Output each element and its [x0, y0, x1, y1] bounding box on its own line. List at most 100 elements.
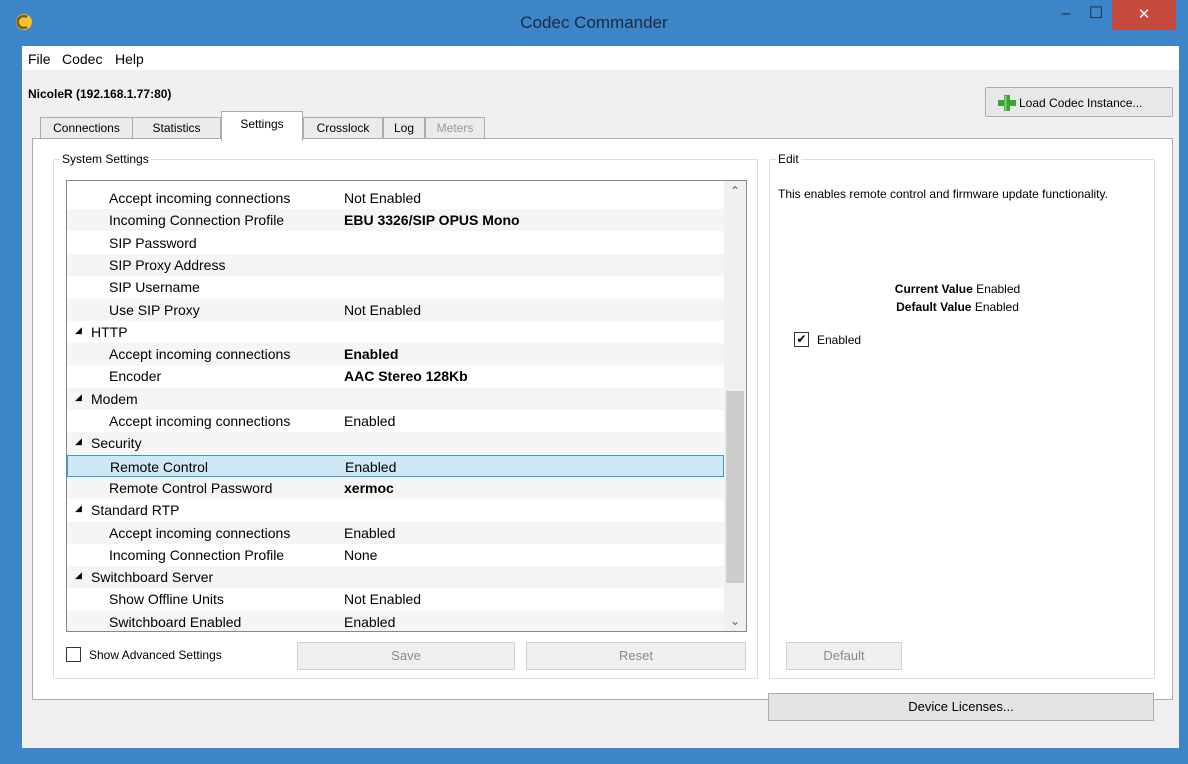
show-advanced-checkbox[interactable]: [66, 647, 81, 662]
expanded-triangle-icon[interactable]: ◢: [75, 392, 82, 403]
category-row[interactable]: ◢ HTTP: [67, 321, 724, 343]
default-value-line: Default Value Enabled: [770, 300, 1145, 314]
menu-codec[interactable]: Codec: [62, 51, 102, 67]
property-row[interactable]: SIP Username: [67, 276, 724, 298]
property-name: Incoming Connection Profile: [109, 546, 285, 563]
edit-title: Edit: [776, 152, 801, 166]
tab-statistics[interactable]: Statistics: [132, 117, 221, 140]
category-label: HTTP: [91, 323, 128, 340]
property-name: Accept incoming connections: [109, 524, 291, 541]
checkmark-icon: ✔: [796, 332, 807, 346]
edit-description: This enables remote control and firmware…: [778, 187, 1108, 201]
property-value: Enabled: [344, 613, 396, 630]
device-label: NicoleR (192.168.1.77:80): [28, 87, 172, 101]
property-row[interactable]: Remote Control Enabled: [67, 454, 724, 477]
default-button[interactable]: Default: [786, 642, 902, 670]
save-button[interactable]: Save: [297, 642, 515, 670]
category-row[interactable]: ◢ Modem: [67, 387, 724, 410]
property-grid-scrollbar[interactable]: ⌃ ⌄: [724, 181, 746, 631]
window-title: Codec Commander: [520, 13, 668, 32]
property-row[interactable]: Switchboard Enabled Enabled: [67, 610, 724, 631]
property-row[interactable]: Use SIP Proxy Not Enabled: [67, 298, 724, 321]
close-button[interactable]: ✕: [1112, 0, 1176, 30]
menu-help[interactable]: Help: [115, 51, 144, 67]
property-name: Switchboard Enabled: [109, 613, 242, 630]
show-advanced-label: Show Advanced Settings: [89, 648, 222, 662]
expanded-triangle-icon[interactable]: ◢: [75, 436, 82, 447]
property-value: Enabled: [344, 346, 399, 363]
tab-meters: Meters: [425, 117, 485, 140]
maximize-button[interactable]: ☐: [1082, 0, 1110, 30]
default-value: Enabled: [974, 300, 1019, 314]
system-settings-title: System Settings: [60, 152, 151, 166]
expanded-triangle-icon[interactable]: ◢: [75, 503, 82, 514]
property-row[interactable]: Remote Control Password xermoc: [67, 476, 724, 499]
property-value: None: [344, 546, 378, 563]
minimize-button[interactable]: –: [1052, 0, 1080, 30]
property-name: Accept incoming connections: [109, 346, 291, 363]
property-row[interactable]: Accept incoming connections Enabled: [67, 410, 724, 432]
settings-tab-page: System Settings Accept incoming connecti…: [32, 138, 1173, 700]
enabled-checkbox-label: Enabled: [817, 333, 862, 347]
property-value: xermoc: [344, 479, 394, 496]
expanded-triangle-icon[interactable]: ◢: [75, 325, 82, 336]
property-name: Remote Control Password: [109, 479, 273, 496]
device-licenses-button[interactable]: Device Licenses...: [768, 693, 1154, 721]
property-row[interactable]: Accept incoming connections Enabled: [67, 521, 724, 544]
tab-log[interactable]: Log: [383, 117, 425, 140]
chevron-down-icon[interactable]: ⌄: [724, 611, 746, 631]
enabled-checkbox[interactable]: ✔: [794, 332, 809, 347]
tab-crosslock[interactable]: Crosslock: [303, 117, 383, 140]
current-value-label: Current Value: [894, 282, 973, 296]
property-name: Incoming Connection Profile: [109, 212, 285, 229]
property-name: Accept incoming connections: [109, 190, 291, 206]
property-row[interactable]: Incoming Connection Profile EBU 3326/SIP …: [67, 209, 724, 232]
property-name: Show Offline Units: [109, 591, 224, 608]
property-row[interactable]: Incoming Connection Profile None: [67, 544, 724, 566]
property-row[interactable]: SIP Proxy Address: [67, 253, 724, 276]
property-row[interactable]: Accept incoming connections Enabled: [67, 343, 724, 366]
property-value: Enabled: [344, 413, 396, 429]
property-row[interactable]: SIP Password: [67, 232, 724, 254]
category-label: Switchboard Server: [91, 569, 214, 586]
app-window: Codec Commander – ☐ ✕ File Codec Help Ni…: [0, 0, 1188, 764]
load-codec-instance-button[interactable]: Load Codec Instance...: [985, 87, 1173, 117]
property-name: SIP Username: [109, 279, 200, 296]
property-name: Remote Control: [110, 458, 209, 475]
property-value: Not Enabled: [344, 301, 422, 318]
property-value: Enabled: [345, 458, 397, 475]
tab-settings[interactable]: Settings: [221, 111, 303, 141]
plus-icon: [998, 95, 1016, 111]
property-name: Accept incoming connections: [109, 413, 291, 429]
tab-connections[interactable]: Connections: [40, 117, 133, 140]
category-label: Standard RTP: [91, 502, 180, 519]
property-name: SIP Proxy Address: [109, 256, 226, 273]
scroll-thumb[interactable]: [726, 391, 744, 583]
property-value: AAC Stereo 128Kb: [344, 368, 468, 385]
menu-bar: File Codec Help: [22, 46, 1179, 70]
property-value: Not Enabled: [344, 591, 422, 608]
current-value-line: Current Value Enabled: [770, 282, 1145, 296]
property-value: Not Enabled: [344, 190, 422, 206]
category-row[interactable]: ◢ Switchboard Server: [67, 566, 724, 589]
category-row[interactable]: ◢ Security: [67, 432, 724, 455]
reset-button[interactable]: Reset: [526, 642, 746, 670]
property-row[interactable]: Show Offline Units Not Enabled: [67, 588, 724, 610]
current-value: Enabled: [976, 282, 1021, 296]
system-settings-group: System Settings Accept incoming connecti…: [53, 152, 758, 679]
menu-file[interactable]: File: [28, 51, 51, 67]
property-row[interactable]: Encoder AAC Stereo 128Kb: [67, 365, 724, 387]
property-name: Encoder: [109, 368, 162, 385]
property-grid[interactable]: Accept incoming connections Not Enabled In…: [66, 180, 747, 632]
expanded-triangle-icon[interactable]: ◢: [75, 570, 82, 581]
load-codec-instance-label: Load Codec Instance...: [1019, 96, 1143, 110]
property-value: Enabled: [344, 524, 396, 541]
default-value-label: Default Value: [896, 300, 972, 314]
property-name: SIP Password: [109, 234, 197, 251]
client-area: File Codec Help NicoleR (192.168.1.77:80…: [22, 46, 1179, 748]
category-row[interactable]: ◢ Standard RTP: [67, 499, 724, 521]
chevron-up-icon[interactable]: ⌃: [724, 181, 746, 201]
title-bar[interactable]: Codec Commander – ☐ ✕: [0, 0, 1188, 46]
edit-group: Edit This enables remote control and fir…: [769, 152, 1155, 679]
property-row[interactable]: Accept incoming connections Not Enabled: [67, 187, 724, 209]
